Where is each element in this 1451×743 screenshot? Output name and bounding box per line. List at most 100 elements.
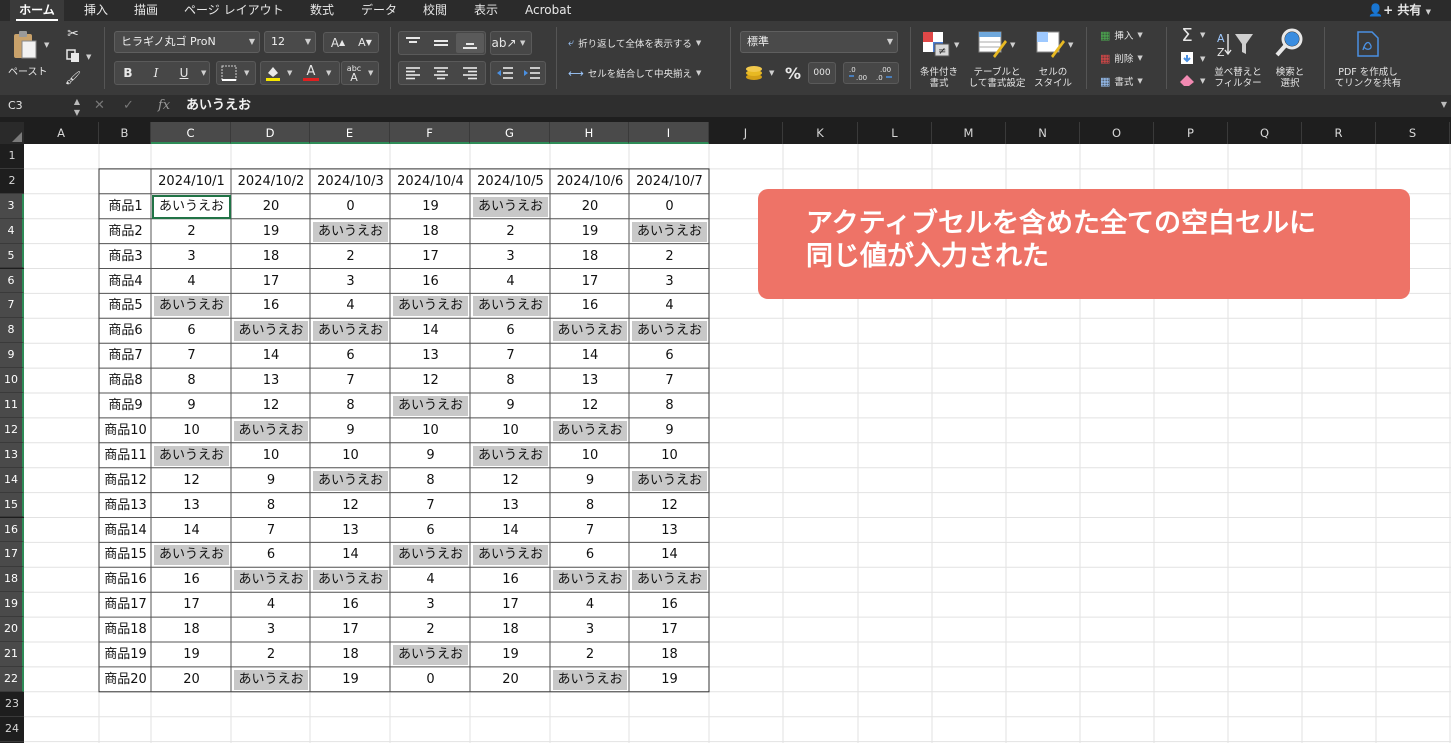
product-label-cell[interactable]: 商品10 xyxy=(100,419,151,443)
table-cell[interactable]: 19 xyxy=(630,668,709,692)
column-header-r[interactable]: R xyxy=(1302,122,1376,144)
table-cell[interactable]: 14 xyxy=(471,519,550,543)
table-cell[interactable]: あいうえお xyxy=(393,296,468,317)
table-cell[interactable]: 3 xyxy=(311,270,390,294)
paste-dropdown-icon[interactable]: ▼ xyxy=(44,41,49,49)
row-header-10[interactable]: 10 xyxy=(0,368,24,393)
table-cell[interactable]: 2 xyxy=(630,245,709,269)
table-cell[interactable]: あいうえお xyxy=(313,221,388,242)
table-cell[interactable]: 14 xyxy=(232,344,310,368)
column-header-a[interactable]: A xyxy=(24,122,99,144)
product-label-cell[interactable]: 商品6 xyxy=(100,319,151,343)
table-cell[interactable]: 13 xyxy=(152,494,231,518)
table-cell[interactable]: あいうえお xyxy=(473,545,548,566)
product-label-cell[interactable]: 商品20 xyxy=(100,668,151,692)
active-cell[interactable]: あいうえお xyxy=(152,194,231,219)
table-cell[interactable]: あいうえお xyxy=(313,321,388,342)
table-cell[interactable]: 8 xyxy=(311,394,390,418)
cancel-icon[interactable]: ✕ xyxy=(94,98,105,113)
product-label-cell[interactable]: 商品11 xyxy=(100,444,151,468)
percent-button[interactable]: % xyxy=(780,63,806,83)
table-cell[interactable]: あいうえお xyxy=(234,321,308,342)
table-cell[interactable]: 8 xyxy=(391,469,470,493)
table-cell[interactable]: 2 xyxy=(391,618,470,642)
fill-color-icon[interactable] xyxy=(262,63,284,83)
product-label-cell[interactable]: 商品9 xyxy=(100,394,151,418)
product-label-cell[interactable]: 商品7 xyxy=(100,344,151,368)
table-cell[interactable]: 19 xyxy=(471,643,550,667)
align-top-icon[interactable] xyxy=(400,33,426,53)
number-format-select[interactable]: 標準 ▼ xyxy=(740,31,898,53)
table-cell[interactable]: あいうえお xyxy=(234,669,308,690)
table-cell[interactable]: 16 xyxy=(630,593,709,617)
table-cell[interactable]: あいうえお xyxy=(313,470,388,491)
table-cell[interactable]: あいうえお xyxy=(393,645,468,665)
table-cell[interactable]: あいうえお xyxy=(553,669,627,690)
clear-dropdown-icon[interactable]: ▼ xyxy=(1200,77,1205,85)
table-cell[interactable]: 16 xyxy=(152,568,231,592)
fill-dropdown-icon[interactable]: ▼ xyxy=(1200,55,1205,63)
table-cell[interactable]: 10 xyxy=(311,444,390,468)
row-header-22[interactable]: 22 xyxy=(0,666,24,692)
table-cell[interactable]: 10 xyxy=(551,444,629,468)
column-header-d[interactable]: D xyxy=(231,122,310,144)
table-cell[interactable]: 20 xyxy=(551,195,629,219)
product-label-cell[interactable]: 商品18 xyxy=(100,618,151,642)
table-cell[interactable]: 8 xyxy=(630,394,709,418)
pdf-link-icon[interactable] xyxy=(1352,29,1384,59)
table-cell[interactable]: あいうえお xyxy=(154,445,229,466)
row-header-13[interactable]: 13 xyxy=(0,442,24,468)
table-cell[interactable]: 3 xyxy=(630,270,709,294)
table-cell[interactable]: 9 xyxy=(311,419,390,443)
borders-icon[interactable] xyxy=(218,64,240,82)
row-header-23[interactable]: 23 xyxy=(0,692,24,717)
table-cell[interactable]: 7 xyxy=(551,519,629,543)
column-header-c[interactable]: C xyxy=(151,122,231,144)
row-header-14[interactable]: 14 xyxy=(0,467,24,493)
tab-data[interactable]: データ xyxy=(361,0,397,21)
product-label-cell[interactable]: 商品14 xyxy=(100,519,151,543)
table-cell[interactable]: 13 xyxy=(311,519,390,543)
table-cell[interactable]: 6 xyxy=(471,319,550,343)
table-cell[interactable]: 2 xyxy=(471,220,550,244)
find-select-icon[interactable] xyxy=(1272,27,1308,59)
tab-review[interactable]: 校閲 xyxy=(423,0,447,21)
table-cell[interactable]: 12 xyxy=(152,469,231,493)
share-button[interactable]: 👤+ 共有 ▼ xyxy=(1368,0,1431,21)
table-cell[interactable]: 4 xyxy=(471,270,550,294)
table-cell[interactable]: あいうえお xyxy=(473,296,548,317)
currency-format-icon[interactable] xyxy=(742,63,766,83)
underline-dropdown-icon[interactable]: ▼ xyxy=(201,69,206,77)
table-cell[interactable]: あいうえお xyxy=(473,196,548,217)
table-cell[interactable]: あいうえお xyxy=(313,570,388,591)
table-cell[interactable]: 3 xyxy=(551,618,629,642)
table-cell[interactable]: 4 xyxy=(232,593,310,617)
table-cell[interactable]: あいうえお xyxy=(632,221,707,242)
table-cell[interactable]: あいうえお xyxy=(553,420,627,441)
table-cell[interactable]: 14 xyxy=(311,543,390,567)
table-cell[interactable]: 20 xyxy=(232,195,310,219)
phonetic-guide-icon[interactable]: abc A xyxy=(343,62,365,84)
format-painter-icon[interactable]: 🖌 xyxy=(64,69,82,87)
row-header-5[interactable]: 5 xyxy=(0,243,24,269)
table-cell[interactable]: 8 xyxy=(232,494,310,518)
table-cell[interactable]: 16 xyxy=(232,294,310,318)
table-cell[interactable]: 17 xyxy=(551,270,629,294)
align-center-icon[interactable] xyxy=(428,63,454,83)
cell-styles-icon[interactable] xyxy=(1034,29,1066,59)
column-header-i[interactable]: I xyxy=(629,122,709,144)
column-header-q[interactable]: Q xyxy=(1228,122,1302,144)
table-cell[interactable]: 20 xyxy=(152,668,231,692)
align-middle-icon[interactable] xyxy=(428,33,454,53)
table-cell[interactable]: 17 xyxy=(391,245,470,269)
increase-decimal-icon[interactable]: .0.00 xyxy=(845,63,871,83)
decrease-decimal-icon[interactable]: .00.0 xyxy=(872,63,898,83)
table-cell[interactable]: 3 xyxy=(152,245,231,269)
column-header-e[interactable]: E xyxy=(310,122,390,144)
table-cell[interactable]: 8 xyxy=(471,369,550,393)
product-label-cell[interactable]: 商品1 xyxy=(100,195,151,219)
increase-indent-icon[interactable] xyxy=(519,63,545,83)
date-header-cell[interactable]: 2024/10/6 xyxy=(551,170,629,194)
align-left-icon[interactable] xyxy=(400,63,426,83)
date-header-cell[interactable]: 2024/10/1 xyxy=(152,170,231,194)
